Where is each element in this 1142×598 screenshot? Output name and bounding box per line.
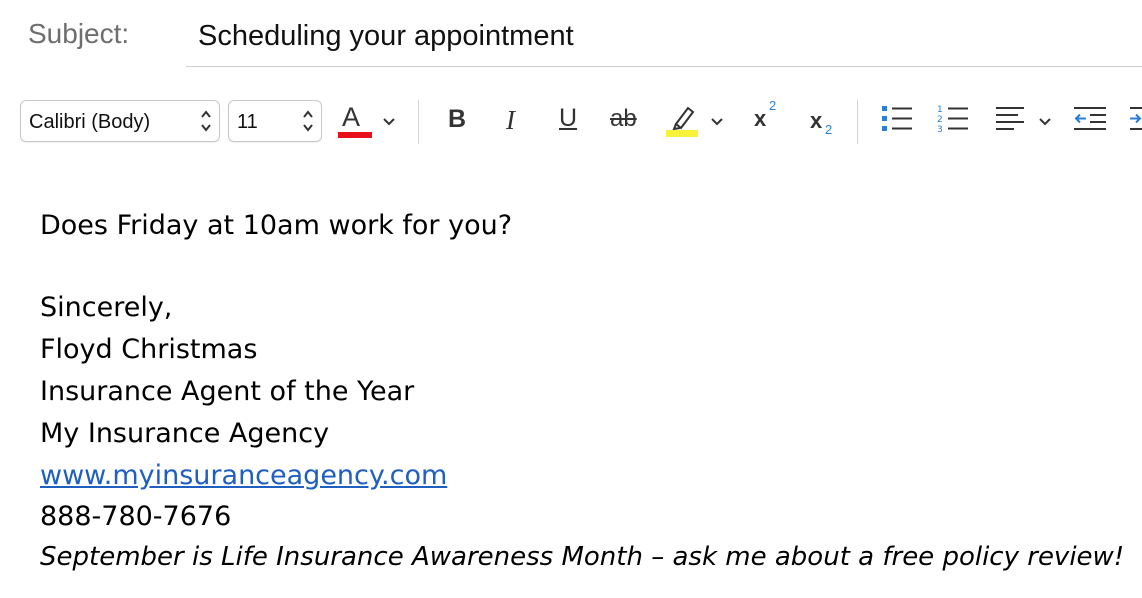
strikethrough-button[interactable]: ab xyxy=(606,96,646,146)
align-dropdown-chevron-icon[interactable] xyxy=(1038,116,1052,128)
toolbar-separator xyxy=(857,100,858,144)
signature-company: My Insurance Agency xyxy=(40,418,330,449)
numbered-list-icon: 1 2 3 xyxy=(937,105,968,134)
signature-name: Floyd Christmas xyxy=(40,334,258,365)
bulleted-list-icon xyxy=(882,106,912,131)
bulleted-list-button[interactable] xyxy=(878,96,918,146)
italic-icon: I xyxy=(506,105,515,135)
signature-website-link[interactable]: www.myinsuranceagency.com xyxy=(40,460,447,491)
strikethrough-icon: ab xyxy=(610,105,637,132)
signature-signoff: Sincerely, xyxy=(40,292,173,323)
subscript-button[interactable]: x 2 xyxy=(808,96,842,146)
increase-indent-icon xyxy=(1130,107,1142,130)
font-color-icon: A xyxy=(342,102,361,132)
underline-button[interactable]: U xyxy=(552,96,586,146)
svg-text:1: 1 xyxy=(937,105,943,115)
subject-label: Subject: xyxy=(28,18,130,49)
align-button[interactable] xyxy=(992,96,1028,146)
updown-chevron-icon xyxy=(303,110,313,132)
italic-button[interactable]: I xyxy=(498,96,532,146)
message-body[interactable]: Does Friday at 10am work for you? Sincer… xyxy=(0,170,1142,598)
decrease-indent-icon xyxy=(1074,107,1106,130)
superscript-button[interactable]: x 2 xyxy=(752,96,786,146)
underline-icon: U xyxy=(559,104,578,132)
decrease-indent-button[interactable] xyxy=(1070,96,1110,146)
font-color-button[interactable]: A xyxy=(336,96,376,146)
body-question: Does Friday at 10am work for you? xyxy=(40,210,513,241)
superscript-exponent: 2 xyxy=(769,98,777,113)
font-color-dropdown-chevron-icon[interactable] xyxy=(382,116,396,128)
superscript-icon: x xyxy=(754,106,767,131)
font-size-value: 11 xyxy=(237,111,258,133)
svg-text:3: 3 xyxy=(937,125,943,134)
highlight-dropdown-chevron-icon[interactable] xyxy=(710,116,724,128)
highlight-button[interactable] xyxy=(664,96,704,146)
signature-tagline: September is Life Insurance Awareness Mo… xyxy=(40,542,1125,572)
highlight-swatch xyxy=(666,130,698,137)
bold-icon: B xyxy=(448,105,467,133)
font-color-swatch xyxy=(338,132,372,138)
subscript-exponent: 2 xyxy=(825,122,833,137)
font-family-select[interactable]: Calibri (Body) xyxy=(20,100,220,142)
signature-phone: 888-780-7676 xyxy=(40,501,232,532)
highlight-icon xyxy=(672,106,695,130)
subscript-icon: x xyxy=(810,108,823,133)
formatting-toolbar: Calibri (Body) 11 A B I U ab x 2 x 2 1 2… xyxy=(0,96,1142,150)
signature-title: Insurance Agent of the Year xyxy=(40,376,415,407)
bold-button[interactable]: B xyxy=(442,96,476,146)
increase-indent-button[interactable] xyxy=(1126,96,1142,146)
subject-field[interactable]: Scheduling your appointment xyxy=(186,14,1142,67)
numbered-list-button[interactable]: 1 2 3 xyxy=(934,96,974,146)
font-size-select[interactable]: 11 xyxy=(228,100,322,142)
svg-text:2: 2 xyxy=(937,115,943,125)
align-icon xyxy=(996,107,1024,130)
font-family-value: Calibri (Body) xyxy=(29,111,151,133)
updown-chevron-icon xyxy=(201,110,211,132)
subject-value: Scheduling your appointment xyxy=(198,20,574,52)
toolbar-separator xyxy=(418,100,419,144)
